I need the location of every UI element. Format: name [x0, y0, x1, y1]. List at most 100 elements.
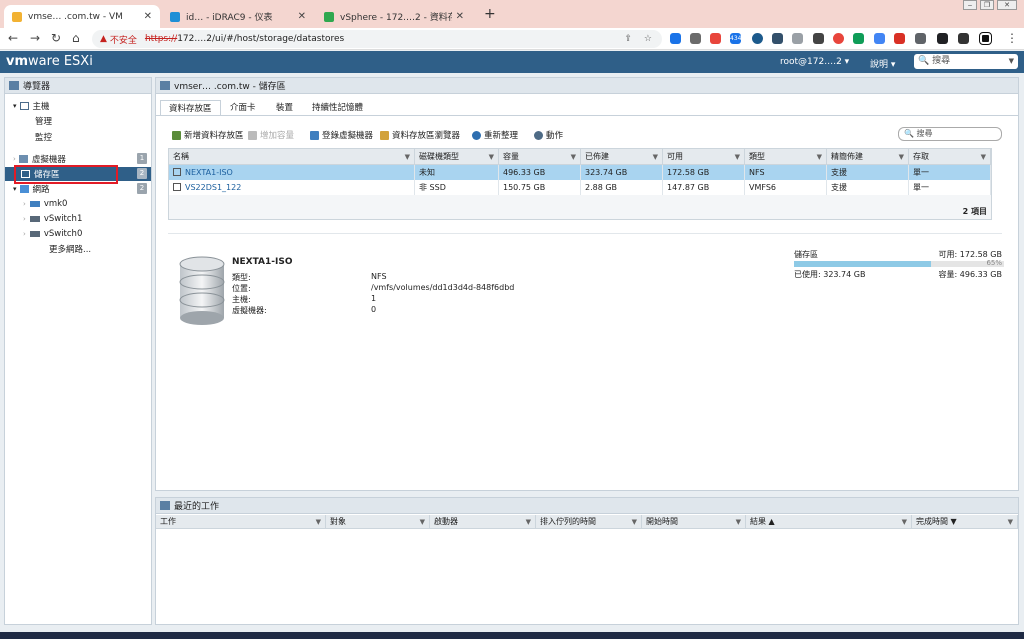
expand-icon[interactable]: ›	[23, 215, 26, 223]
increase-capacity-button[interactable]: 增加容量	[248, 129, 294, 141]
nav-virtual-machines[interactable]: › 虛擬機器 1	[5, 152, 151, 166]
browser-tab-idrac[interactable]: id… - iDRAC9 - 仪表 ✕	[162, 5, 314, 28]
column-header-drive-type[interactable]: 磁碟機類型 ▼	[415, 149, 499, 165]
column-menu-icon[interactable]: ▼	[1008, 515, 1013, 529]
column-menu-icon[interactable]: ▼	[571, 149, 576, 165]
task-column-header[interactable]: 啟動器 ▼	[430, 515, 536, 529]
column-label: 容量	[503, 152, 519, 161]
tab-persistent-memory[interactable]: 持續性記憶體	[304, 100, 371, 116]
task-column-header[interactable]: 開始時間 ▼	[642, 515, 746, 529]
browser-menu-icon[interactable]: ⋮	[1006, 31, 1018, 45]
table-row[interactable]: NEXTA1-ISO 未知 496.33 GB 323.74 GB 172.58…	[169, 165, 991, 180]
url-field[interactable]: ▲ 不安全 https:// 172.…2/ui/#/host/storage/…	[92, 30, 662, 48]
extension-icon[interactable]	[670, 33, 681, 44]
tab-devices[interactable]: 裝置	[268, 100, 301, 116]
close-tab-icon[interactable]: ✕	[456, 11, 464, 22]
task-column-header[interactable]: 結果 ▲ ▼	[746, 515, 912, 529]
expand-icon[interactable]: ›	[13, 155, 16, 163]
nav-vswitch0[interactable]: › vSwitch0	[5, 227, 151, 241]
nav-vswitch1[interactable]: › vSwitch1	[5, 212, 151, 226]
column-menu-icon[interactable]: ▼	[735, 149, 740, 165]
extension-icon[interactable]	[894, 33, 905, 44]
extension-badge-icon[interactable]: 434	[730, 33, 741, 44]
column-header-free[interactable]: 可用 ▼	[663, 149, 745, 165]
column-menu-icon[interactable]: ▼	[420, 515, 425, 529]
close-tab-icon[interactable]: ✕	[298, 11, 306, 22]
column-menu-icon[interactable]: ▼	[632, 515, 637, 529]
task-column-header[interactable]: 工作 ▼	[156, 515, 326, 529]
column-menu-icon[interactable]: ▼	[653, 149, 658, 165]
new-tab-button[interactable]: +	[484, 6, 496, 22]
extension-icon[interactable]	[937, 33, 948, 44]
column-header-name[interactable]: 名稱 ▼	[169, 149, 415, 165]
extension-icon[interactable]	[915, 33, 926, 44]
register-vm-button[interactable]: 登錄虛擬機器	[310, 129, 373, 141]
task-column-header[interactable]: 排入佇列的時間 ▼	[536, 515, 642, 529]
restore-window-icon[interactable]: ❐	[980, 0, 994, 10]
refresh-button[interactable]: 重新整理	[472, 129, 518, 141]
header-search-input[interactable]: 🔍 搜尋 ▼	[914, 54, 1018, 69]
nav-monitor[interactable]: 監控	[5, 130, 151, 144]
column-header-access[interactable]: 存取 ▼	[909, 149, 991, 165]
share-icon[interactable]: ⇪	[624, 34, 632, 44]
column-label: 結果 ▲	[750, 517, 775, 526]
extension-icon[interactable]	[853, 33, 864, 44]
browser-tab-vsphere[interactable]: vSphere - 172.…2 - 資料存放… ✕	[316, 5, 472, 28]
expand-icon[interactable]: ›	[23, 200, 26, 208]
table-row[interactable]: VS22DS1_122 非 SSD 150.75 GB 2.88 GB 147.…	[169, 180, 991, 195]
minimize-window-icon[interactable]: ‒	[963, 0, 977, 10]
extension-icon[interactable]	[690, 33, 701, 44]
home-icon[interactable]: ⌂	[72, 31, 80, 45]
close-tab-icon[interactable]: ✕	[144, 11, 152, 22]
column-menu-icon[interactable]: ▼	[902, 515, 907, 529]
tab-datastores[interactable]: 資料存放區	[160, 100, 221, 116]
column-label: 啟動器	[434, 517, 458, 526]
column-menu-icon[interactable]: ▼	[817, 149, 822, 165]
nav-networking[interactable]: ▾ 網路 2	[5, 182, 151, 196]
forward-icon[interactable]: →	[30, 31, 40, 45]
bookmark-star-icon[interactable]: ☆	[644, 34, 652, 44]
nav-more-networks[interactable]: 更多網路...	[5, 242, 151, 256]
column-menu-icon[interactable]: ▼	[405, 149, 410, 165]
user-menu[interactable]: root@172.…2 ▾	[780, 57, 849, 67]
datastore-search-input[interactable]: 🔍 搜尋	[898, 127, 1002, 141]
tab-adapters[interactable]: 介面卡	[222, 100, 264, 116]
extension-icon[interactable]	[792, 33, 803, 44]
column-header-type[interactable]: 類型 ▼	[745, 149, 827, 165]
extension-icon[interactable]	[772, 33, 783, 44]
back-icon[interactable]: ←	[8, 31, 18, 45]
reload-icon[interactable]: ↻	[51, 31, 61, 45]
new-datastore-button[interactable]: 新增資料存放區	[172, 129, 244, 141]
column-menu-icon[interactable]: ▼	[489, 149, 494, 165]
close-window-icon[interactable]: ✕	[997, 0, 1017, 10]
column-header-provisioned[interactable]: 已佈建 ▼	[581, 149, 663, 165]
task-column-header[interactable]: 完成時間 ▼ ▼	[912, 515, 1018, 529]
datastore-name-cell[interactable]: NEXTA1-ISO	[169, 165, 415, 180]
column-header-thin-provisioning[interactable]: 精簡佈建 ▼	[827, 149, 909, 165]
collapse-icon[interactable]: ▾	[13, 185, 17, 193]
side-panel-icon[interactable]	[979, 32, 992, 45]
nav-host[interactable]: ▾ 主機	[5, 99, 151, 113]
nav-manage[interactable]: 管理	[5, 114, 151, 128]
column-menu-icon[interactable]: ▼	[899, 149, 904, 165]
extensions-puzzle-icon[interactable]	[958, 33, 969, 44]
nav-vmk0[interactable]: › vmk0	[5, 197, 151, 211]
actions-button[interactable]: 動作	[534, 129, 563, 141]
collapse-icon[interactable]: ▾	[13, 102, 17, 110]
extension-icon[interactable]	[874, 33, 885, 44]
help-menu[interactable]: 說明 ▾	[870, 57, 895, 70]
datastore-name-cell[interactable]: VS22DS1_122	[169, 180, 415, 195]
browser-tab-esxi[interactable]: vmse… .com.tw - VM ✕	[4, 5, 160, 28]
extension-icon[interactable]	[710, 33, 721, 44]
extension-icon[interactable]	[752, 33, 763, 44]
expand-icon[interactable]: ›	[23, 230, 26, 238]
column-menu-icon[interactable]: ▼	[981, 149, 986, 165]
column-menu-icon[interactable]: ▼	[526, 515, 531, 529]
task-column-header[interactable]: 對象 ▼	[326, 515, 430, 529]
datastore-browser-button[interactable]: 資料存放區瀏覽器	[380, 129, 460, 141]
extension-icon[interactable]	[833, 33, 844, 44]
column-header-capacity[interactable]: 容量 ▼	[499, 149, 581, 165]
column-menu-icon[interactable]: ▼	[316, 515, 321, 529]
extension-icon[interactable]	[813, 33, 824, 44]
column-menu-icon[interactable]: ▼	[736, 515, 741, 529]
